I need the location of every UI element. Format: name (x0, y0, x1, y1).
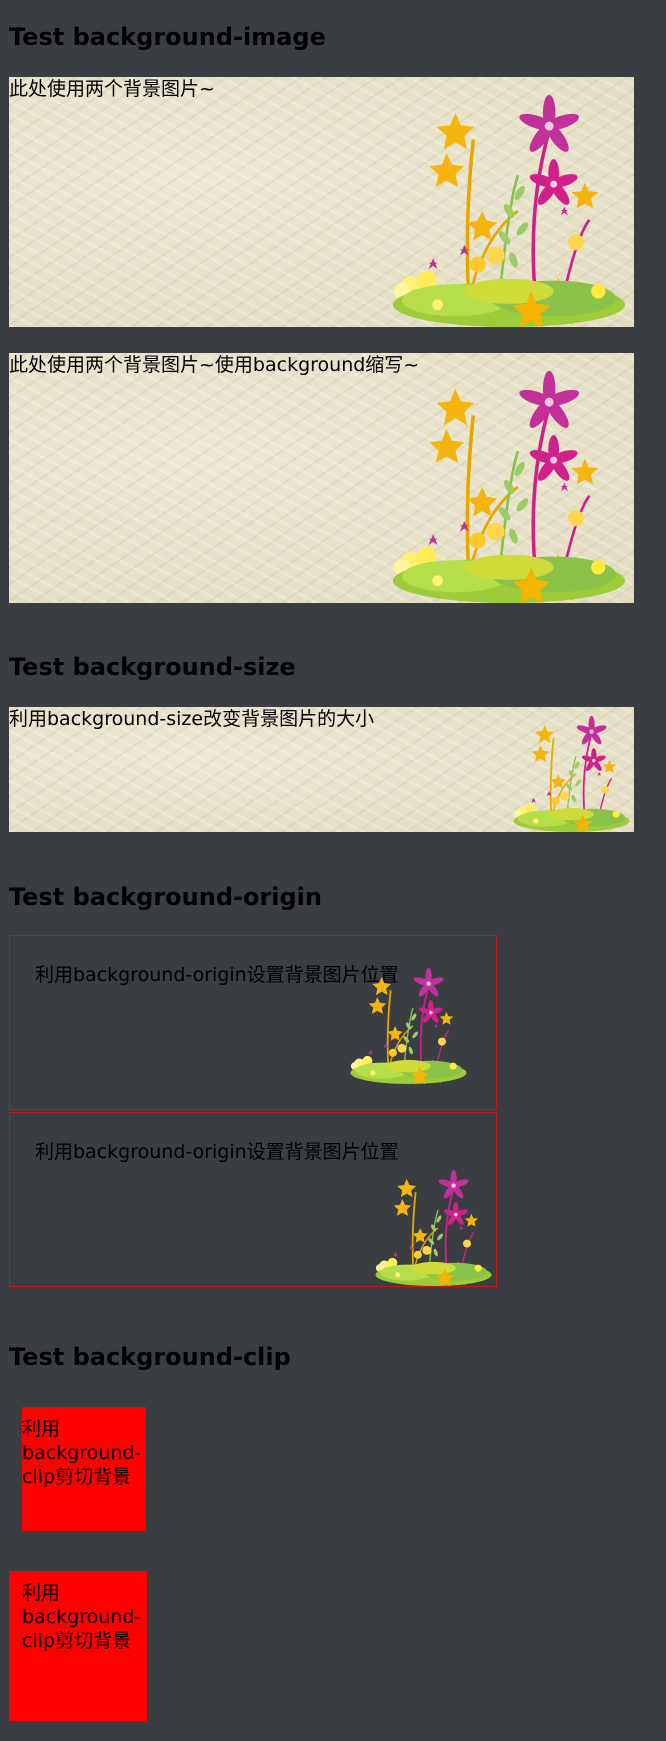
background-size-text: 利用background-size改变背景图片的大小 (9, 708, 375, 730)
background-image-box-2: 此处使用两个背景图片~使用background缩写~ (9, 353, 634, 603)
background-clip-text-1: 利用 background- clip剪切背景 (22, 1418, 142, 1488)
heading-background-size: Test background-size (9, 653, 296, 681)
background-origin-box-2: 利用background-origin设置背景图片位置 (9, 1112, 497, 1287)
background-clip-box-2: 利用 background- clip剪切背景 (9, 1571, 147, 1721)
background-clip-text-2: 利用 background- clip剪切背景 (22, 1582, 142, 1652)
heading-background-origin: Test background-origin (9, 883, 322, 911)
background-origin-text-1: 利用background-origin设置背景图片位置 (35, 964, 399, 986)
flower-bouquet-icon (512, 715, 631, 832)
background-origin-text-2: 利用background-origin设置背景图片位置 (35, 1141, 399, 1163)
heading-background-image: Test background-image (9, 23, 326, 51)
flower-bouquet-icon (391, 93, 627, 327)
background-clip-box-1: 利用 background- clip剪切背景 (22, 1407, 146, 1531)
heading-background-clip: Test background-clip (9, 1343, 291, 1371)
background-origin-box-1: 利用background-origin设置背景图片位置 (9, 935, 497, 1110)
flower-bouquet-icon (349, 967, 468, 1084)
background-image-text-1: 此处使用两个背景图片~ (9, 78, 215, 100)
background-image-box-1: 此处使用两个背景图片~ (9, 77, 634, 327)
flower-bouquet-icon (391, 369, 627, 603)
flower-bouquet-icon (374, 1169, 493, 1286)
background-size-box: 利用background-size改变背景图片的大小 (9, 707, 634, 832)
